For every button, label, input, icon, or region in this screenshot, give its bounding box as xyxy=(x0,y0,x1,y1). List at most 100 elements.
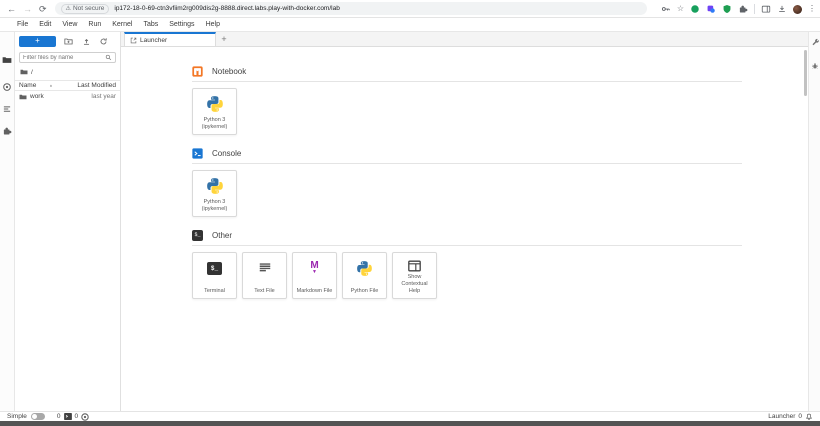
forward-icon[interactable]: → xyxy=(23,0,32,18)
sort-caret-icon: ▲ xyxy=(49,83,53,88)
card-label: Markdown File xyxy=(296,287,333,294)
browser-toolbar: ← → ⟳ ⚠ Not secure ip172-18-0-69-ctn3vfi… xyxy=(0,0,820,18)
section-notebook: Notebook Python 3 (ipykernel) xyxy=(192,65,742,135)
shield-icon[interactable] xyxy=(722,4,732,14)
jupyterlab-menubar: File Edit View Run Kernel Tabs Settings … xyxy=(0,18,820,32)
card-notebook-python3[interactable]: Python 3 (ipykernel) xyxy=(192,88,237,135)
left-activity-bar xyxy=(0,32,15,411)
python-logo-icon xyxy=(206,176,223,196)
section-title-console: Console xyxy=(212,148,242,158)
breadcrumb: / xyxy=(15,68,120,76)
property-inspector-wrench-icon[interactable] xyxy=(811,38,819,46)
simple-mode-label: Simple xyxy=(7,413,27,420)
url-text[interactable]: ip172-18-0-69-ctn3vfiim2rg009dis2g-8888.… xyxy=(114,5,339,12)
table-of-contents-icon[interactable] xyxy=(2,104,12,114)
section-console: Console Python 3 (ipykernel) xyxy=(192,147,742,217)
search-icon xyxy=(105,54,112,61)
terminals-count: 0 xyxy=(56,413,61,420)
notebook-icon xyxy=(192,65,203,77)
menu-help[interactable]: Help xyxy=(206,21,220,28)
reload-icon[interactable]: ⟳ xyxy=(39,0,47,18)
card-python-file[interactable]: Python File xyxy=(342,252,387,299)
card-console-python3[interactable]: Python 3 (ipykernel) xyxy=(192,170,237,217)
new-folder-icon[interactable] xyxy=(64,37,73,46)
menu-run[interactable]: Run xyxy=(88,21,101,28)
launcher-panel: Notebook Python 3 (ipykernel) Console Py… xyxy=(121,48,808,411)
python-logo-icon xyxy=(357,258,372,278)
menu-tabs[interactable]: Tabs xyxy=(143,21,158,28)
bell-icon[interactable] xyxy=(805,413,813,421)
column-last-modified[interactable]: Last Modified xyxy=(77,82,116,89)
file-modified: last year xyxy=(91,93,116,100)
card-label: Terminal xyxy=(204,287,225,294)
main-dock-panel: Launcher + Notebook Python 3 (ipykernel)… xyxy=(120,32,808,411)
terminal-section-icon: $_ xyxy=(192,229,203,241)
side-panel-icon[interactable] xyxy=(761,4,771,14)
notifications-count: 0 xyxy=(798,413,802,420)
extension-green-icon[interactable] xyxy=(690,4,700,14)
security-label: Not secure xyxy=(72,5,105,12)
menu-file[interactable]: File xyxy=(17,21,28,28)
menu-edit[interactable]: Edit xyxy=(39,21,51,28)
security-chip[interactable]: ⚠ Not secure xyxy=(60,3,110,14)
file-row-work[interactable]: work last year xyxy=(15,91,120,102)
new-tab-button[interactable]: + xyxy=(216,32,232,46)
menu-kernel[interactable]: Kernel xyxy=(112,21,132,28)
breadcrumb-root[interactable]: / xyxy=(31,69,33,76)
extension-purple-icon[interactable] xyxy=(706,4,716,14)
downloads-icon[interactable] xyxy=(777,4,787,14)
file-browser-panel: + / Name ▲ Last Modified work last year xyxy=(15,32,120,411)
filter-files-box[interactable] xyxy=(19,52,116,63)
kernel-status-icon[interactable] xyxy=(81,412,89,421)
card-label: Python 3 (ipykernel) xyxy=(201,198,228,212)
extension-manager-icon[interactable] xyxy=(2,126,12,136)
extensions-puzzle-icon[interactable] xyxy=(738,4,748,14)
column-name[interactable]: Name xyxy=(19,82,36,89)
terminal-status-icon[interactable] xyxy=(63,413,72,420)
debugger-bug-icon[interactable] xyxy=(811,62,819,70)
address-bar[interactable]: ⚠ Not secure ip172-18-0-69-ctn3vfiim2rg0… xyxy=(54,2,647,15)
back-icon[interactable]: ← xyxy=(7,0,16,18)
card-terminal[interactable]: $_ Terminal xyxy=(192,252,237,299)
running-kernels-icon[interactable] xyxy=(2,82,12,92)
text-file-icon xyxy=(258,258,272,278)
card-markdown-file[interactable]: M ▼ Markdown File xyxy=(292,252,337,299)
password-key-icon[interactable] xyxy=(661,4,671,14)
terminal-icon: $_ xyxy=(207,261,222,275)
refresh-icon[interactable] xyxy=(99,37,108,46)
launcher-tab-icon xyxy=(130,37,137,43)
tab-launcher[interactable]: Launcher xyxy=(124,32,216,46)
right-sidebar xyxy=(808,32,820,411)
card-text-file[interactable]: Text File xyxy=(242,252,287,299)
section-separator xyxy=(192,81,742,82)
contextual-help-icon xyxy=(407,258,422,274)
card-contextual-help[interactable]: Show Contextual Help xyxy=(392,252,437,299)
warning-icon: ⚠ xyxy=(65,5,71,12)
toolbar-divider xyxy=(754,4,755,14)
new-launcher-button[interactable]: + xyxy=(19,36,56,47)
upload-icon[interactable] xyxy=(82,37,91,46)
vertical-scrollbar[interactable] xyxy=(804,50,807,96)
card-label: Python 3 (ipykernel) xyxy=(201,116,228,130)
python-logo-icon xyxy=(206,94,223,114)
menu-settings[interactable]: Settings xyxy=(169,21,194,28)
file-browser-icon[interactable] xyxy=(2,55,12,65)
context-label: Launcher xyxy=(768,413,796,420)
section-other: $_ Other $_ Terminal Text File M ▼ Markd… xyxy=(192,229,742,299)
card-label: Python File xyxy=(350,287,379,294)
console-icon xyxy=(192,147,203,159)
file-browser-toolbar: + xyxy=(15,35,120,48)
section-title-other: Other xyxy=(212,230,233,240)
file-name: work xyxy=(30,93,44,100)
filter-files-input[interactable] xyxy=(23,54,105,61)
profile-avatar[interactable] xyxy=(793,4,802,14)
menu-view[interactable]: View xyxy=(62,21,77,28)
simple-mode-toggle[interactable] xyxy=(30,413,45,420)
file-list-header: Name ▲ Last Modified xyxy=(15,80,120,91)
home-folder-icon[interactable] xyxy=(20,68,28,76)
status-bar: Simple 0 0 Launcher 0 xyxy=(0,411,820,421)
bottom-edge-strip xyxy=(0,421,820,426)
browser-menu-icon[interactable]: ⋮ xyxy=(808,5,816,13)
markdown-icon: M ▼ xyxy=(310,260,319,275)
bookmark-star-icon[interactable]: ☆ xyxy=(677,5,684,13)
